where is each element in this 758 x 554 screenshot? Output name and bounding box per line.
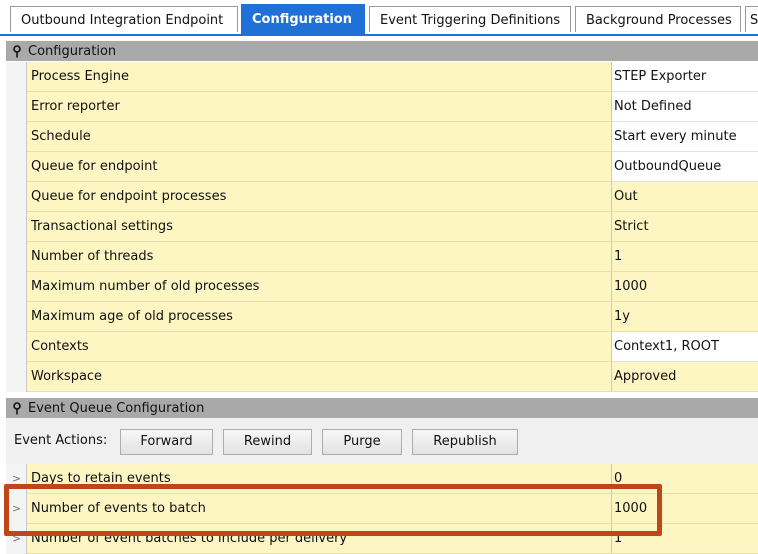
- row-gutter: [6, 242, 27, 272]
- row-gutter: [6, 332, 27, 362]
- property-row[interactable]: Error reporter Not Defined: [6, 92, 758, 122]
- row-gutter: >: [6, 494, 27, 524]
- property-label: Transactional settings: [27, 212, 612, 242]
- property-value[interactable]: 1: [612, 524, 758, 554]
- property-label: Maximum number of old processes: [27, 272, 612, 302]
- row-gutter: >: [6, 464, 27, 494]
- property-label: Error reporter: [27, 92, 612, 122]
- rewind-button[interactable]: Rewind: [223, 429, 312, 455]
- row-gutter: [6, 272, 27, 302]
- row-gutter: [6, 182, 27, 212]
- property-row[interactable]: Workspace Approved: [6, 362, 758, 392]
- tab-bar: Outbound Integration Endpoint Configurat…: [0, 0, 758, 36]
- property-value[interactable]: OutboundQueue: [612, 152, 758, 182]
- chevron-right-icon[interactable]: >: [12, 524, 21, 553]
- row-gutter: >: [6, 524, 27, 554]
- property-value[interactable]: Strict: [612, 212, 758, 242]
- property-label: Maximum age of old processes: [27, 302, 612, 332]
- property-label: Number of threads: [27, 242, 612, 272]
- row-gutter: [6, 302, 27, 332]
- pin-icon[interactable]: [6, 401, 28, 415]
- row-gutter: [6, 152, 27, 182]
- chevron-right-icon[interactable]: >: [12, 494, 21, 523]
- property-label: Number of event batches to include per d…: [27, 524, 612, 554]
- event-queue-grid: > Days to retain events 0 > Number of ev…: [6, 464, 758, 554]
- tab-overflow[interactable]: S: [745, 6, 758, 32]
- tab-underline: [0, 34, 758, 36]
- property-row[interactable]: Schedule Start every minute: [6, 122, 758, 152]
- section-header-configuration[interactable]: Configuration: [6, 41, 758, 61]
- property-label: Days to retain events: [27, 464, 612, 494]
- property-row[interactable]: Maximum number of old processes 1000: [6, 272, 758, 302]
- tab-configuration[interactable]: Configuration: [241, 4, 365, 34]
- property-row[interactable]: Contexts Context1, ROOT: [6, 332, 758, 362]
- row-gutter: [6, 122, 27, 152]
- property-label: Process Engine: [27, 62, 612, 92]
- property-value[interactable]: Out: [612, 182, 758, 212]
- property-value[interactable]: 0: [612, 464, 758, 494]
- property-label: Schedule: [27, 122, 612, 152]
- row-gutter: [6, 62, 27, 92]
- property-row[interactable]: > Number of event batches to include per…: [6, 524, 758, 554]
- property-row[interactable]: Process Engine STEP Exporter: [6, 62, 758, 92]
- property-value[interactable]: 1000: [612, 494, 758, 524]
- property-value[interactable]: Approved: [612, 362, 758, 392]
- row-gutter: [6, 92, 27, 122]
- property-value[interactable]: 1000: [612, 272, 758, 302]
- property-row[interactable]: Maximum age of old processes 1y: [6, 302, 758, 332]
- property-label: Workspace: [27, 362, 612, 392]
- section-title: Event Queue Configuration: [28, 400, 205, 416]
- property-label: Queue for endpoint processes: [27, 182, 612, 212]
- property-value[interactable]: Context1, ROOT: [612, 332, 758, 362]
- forward-button[interactable]: Forward: [120, 429, 213, 455]
- property-value[interactable]: Start every minute: [612, 122, 758, 152]
- property-label: Queue for endpoint: [27, 152, 612, 182]
- property-label: Number of events to batch: [27, 494, 612, 524]
- property-row[interactable]: Number of threads 1: [6, 242, 758, 272]
- property-value[interactable]: Not Defined: [612, 92, 758, 122]
- property-value[interactable]: 1: [612, 242, 758, 272]
- property-row[interactable]: > Days to retain events 0: [6, 464, 758, 494]
- tab-outbound-integration-endpoint[interactable]: Outbound Integration Endpoint: [10, 6, 238, 32]
- section-title: Configuration: [28, 43, 117, 59]
- tab-background-processes[interactable]: Background Processes: [575, 6, 741, 32]
- purge-button[interactable]: Purge: [322, 429, 402, 455]
- event-actions-label: Event Actions:: [14, 433, 108, 448]
- property-row[interactable]: > Number of events to batch 1000: [6, 494, 758, 524]
- property-row[interactable]: Transactional settings Strict: [6, 212, 758, 242]
- property-row[interactable]: Queue for endpoint OutboundQueue: [6, 152, 758, 182]
- row-gutter: [6, 362, 27, 392]
- property-value[interactable]: 1y: [612, 302, 758, 332]
- section-header-event-queue[interactable]: Event Queue Configuration: [6, 398, 758, 418]
- tab-event-triggering-definitions[interactable]: Event Triggering Definitions: [369, 6, 571, 32]
- republish-button[interactable]: Republish: [412, 429, 518, 455]
- configuration-grid: Process Engine STEP Exporter Error report…: [6, 62, 758, 392]
- row-gutter: [6, 212, 27, 242]
- property-label: Contexts: [27, 332, 612, 362]
- event-actions-bar: Event Actions: Forward Rewind Purge Repu…: [6, 418, 758, 464]
- property-value[interactable]: STEP Exporter: [612, 62, 758, 92]
- property-row[interactable]: Queue for endpoint processes Out: [6, 182, 758, 212]
- pin-icon[interactable]: [6, 44, 28, 58]
- chevron-right-icon[interactable]: >: [12, 464, 21, 493]
